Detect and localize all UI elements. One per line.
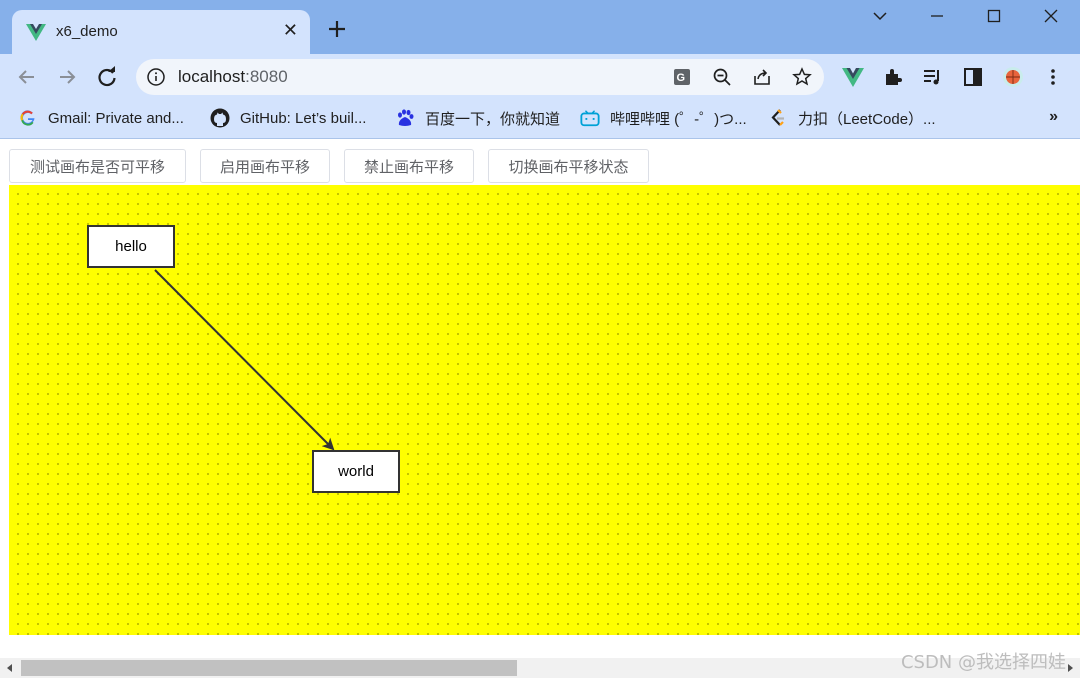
edge-line[interactable] [154,269,335,451]
reload-icon[interactable] [94,64,120,90]
tab-title: x6_demo [56,23,118,40]
extensions-icon[interactable] [882,66,904,88]
media-control-icon[interactable] [922,66,944,88]
toggle-pan-button[interactable]: 切换画布平移状态 [488,149,649,183]
back-icon[interactable] [14,64,40,90]
tab-close-icon[interactable]: ✕ [283,20,298,41]
bookmark-gmail[interactable]: Gmail: Private and... [18,107,184,129]
address-bar[interactable]: localhost:8080 G [136,59,824,95]
bookmark-label: 力扣（LeetCode）... [798,110,936,128]
google-icon [18,108,38,128]
menu-kebab-icon[interactable] [1042,66,1064,88]
tab-strip: x6_demo ✕ [0,0,1080,54]
more-bookmarks-icon[interactable]: » [1049,108,1058,126]
leetcode-icon [768,108,788,128]
bookmark-github[interactable]: GitHub: Let’s buil... [210,107,366,129]
url-text: localhost:8080 [178,67,288,86]
bookmark-baidu[interactable]: 百度一下，你就知道 [395,107,560,129]
minimize-icon[interactable] [917,8,957,32]
share-icon[interactable] [752,67,772,87]
profile-avatar-icon[interactable] [1002,66,1024,88]
node-world[interactable]: world [312,450,400,493]
bookmark-label: 哔哩哔哩 (゜-゜)つ... [610,110,747,128]
watermark: CSDN @我选择四娃 [900,652,1066,673]
github-icon [210,108,230,128]
svg-text:G: G [677,72,686,84]
vue-logo-icon [26,24,46,41]
tab-search-icon[interactable] [860,8,900,32]
bookmarks-bar: Gmail: Private and... GitHub: Let’s buil… [0,100,1080,139]
disable-pan-button[interactable]: 禁止画布平移 [344,149,474,183]
new-tab-icon[interactable] [326,18,348,40]
bookmark-bilibili[interactable]: 哔哩哔哩 (゜-゜)つ... [580,107,747,129]
scroll-left-arrow-icon[interactable] [4,662,16,674]
bookmark-label: 百度一下，你就知道 [425,110,561,128]
zoom-out-icon[interactable] [712,67,732,87]
node-hello[interactable]: hello [87,225,175,268]
bookmark-label: GitHub: Let’s buil... [240,109,367,127]
vue-devtools-icon[interactable] [842,66,864,88]
side-panel-icon[interactable] [962,66,984,88]
bookmark-leetcode[interactable]: 力扣（LeetCode）... [768,107,936,129]
translate-icon[interactable]: G [672,67,692,87]
maximize-icon[interactable] [974,8,1014,32]
browser-tab[interactable]: x6_demo ✕ [12,10,310,54]
graph-canvas[interactable]: hello world [9,185,1080,635]
close-window-icon[interactable] [1031,8,1071,32]
baidu-icon [395,108,415,128]
test-pan-button[interactable]: 测试画布是否可平移 [9,149,186,183]
enable-pan-button[interactable]: 启用画布平移 [200,149,330,183]
scrollbar-thumb[interactable] [21,660,517,676]
bookmark-star-icon[interactable] [792,67,812,87]
bookmark-label: Gmail: Private and... [48,109,184,127]
bilibili-icon [580,108,600,128]
forward-icon[interactable] [54,64,80,90]
browser-toolbar: localhost:8080 G [0,54,1080,100]
site-info-icon[interactable] [146,67,166,87]
